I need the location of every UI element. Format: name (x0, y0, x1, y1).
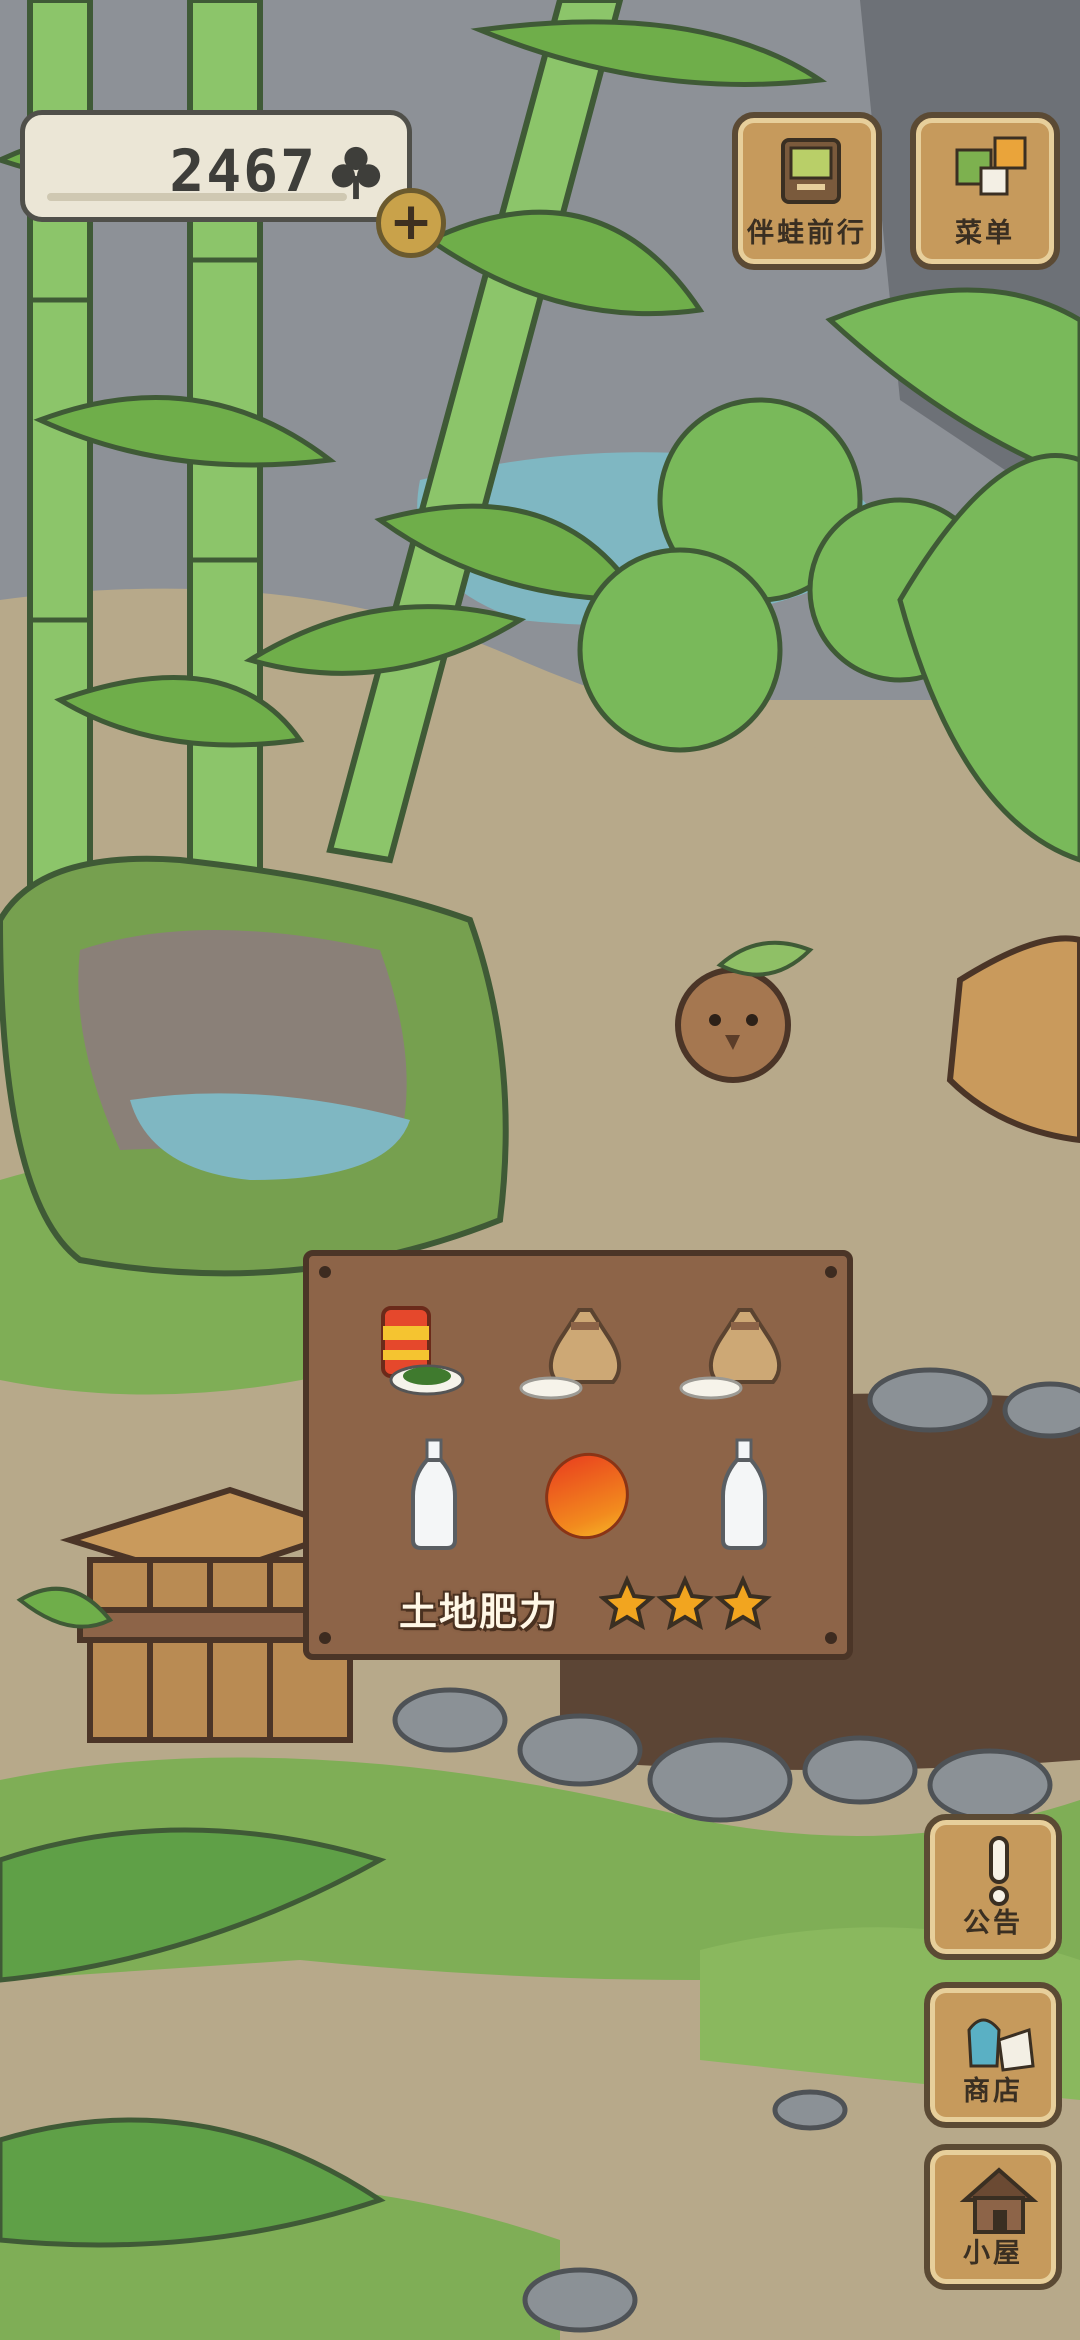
menu-label: 菜单 (955, 218, 1015, 249)
rivet (825, 1266, 837, 1278)
shop-button[interactable]: 商店 (924, 1982, 1062, 2128)
soil-fertility-label: 土地肥力 (399, 1590, 560, 1634)
garden-scene (0, 0, 1080, 2340)
shop-label: 商店 (963, 2076, 1023, 2107)
exclamation-icon (989, 1836, 1009, 1906)
menu-icon (955, 136, 1027, 196)
hut-label: 小屋 (963, 2238, 1023, 2269)
mango-icon[interactable] (509, 1436, 659, 1576)
travel-with-frog-button[interactable]: 伴蛙前行 (732, 112, 882, 270)
counter-underline (47, 193, 347, 201)
rice-sack-icon[interactable] (669, 1296, 819, 1436)
rivet (319, 1632, 331, 1644)
clover-counter: 2467 (20, 110, 412, 222)
menu-button[interactable]: 菜单 (910, 112, 1060, 270)
rivet (319, 1266, 331, 1278)
travel-label: 伴蛙前行 (747, 218, 867, 249)
garden-plot-panel: 土地肥力 (303, 1250, 853, 1660)
water-bottle-icon[interactable] (359, 1436, 509, 1576)
fertility-stars (599, 1575, 772, 1631)
notice-label: 公告 (963, 1908, 1023, 1939)
rivet (825, 1632, 837, 1644)
notice-button[interactable]: 公告 (924, 1814, 1062, 1960)
shop-bags-icon (967, 2018, 1035, 2072)
hut-button[interactable]: 小屋 (924, 2144, 1062, 2290)
water-bottle-icon[interactable] (669, 1436, 819, 1576)
house-icon (959, 2167, 1039, 2234)
rice-sack-icon[interactable] (509, 1296, 659, 1436)
add-clover-button[interactable]: + (376, 188, 446, 258)
canned-food-icon[interactable] (359, 1296, 509, 1436)
journal-icon (781, 138, 841, 204)
star-icon (599, 1575, 772, 1631)
